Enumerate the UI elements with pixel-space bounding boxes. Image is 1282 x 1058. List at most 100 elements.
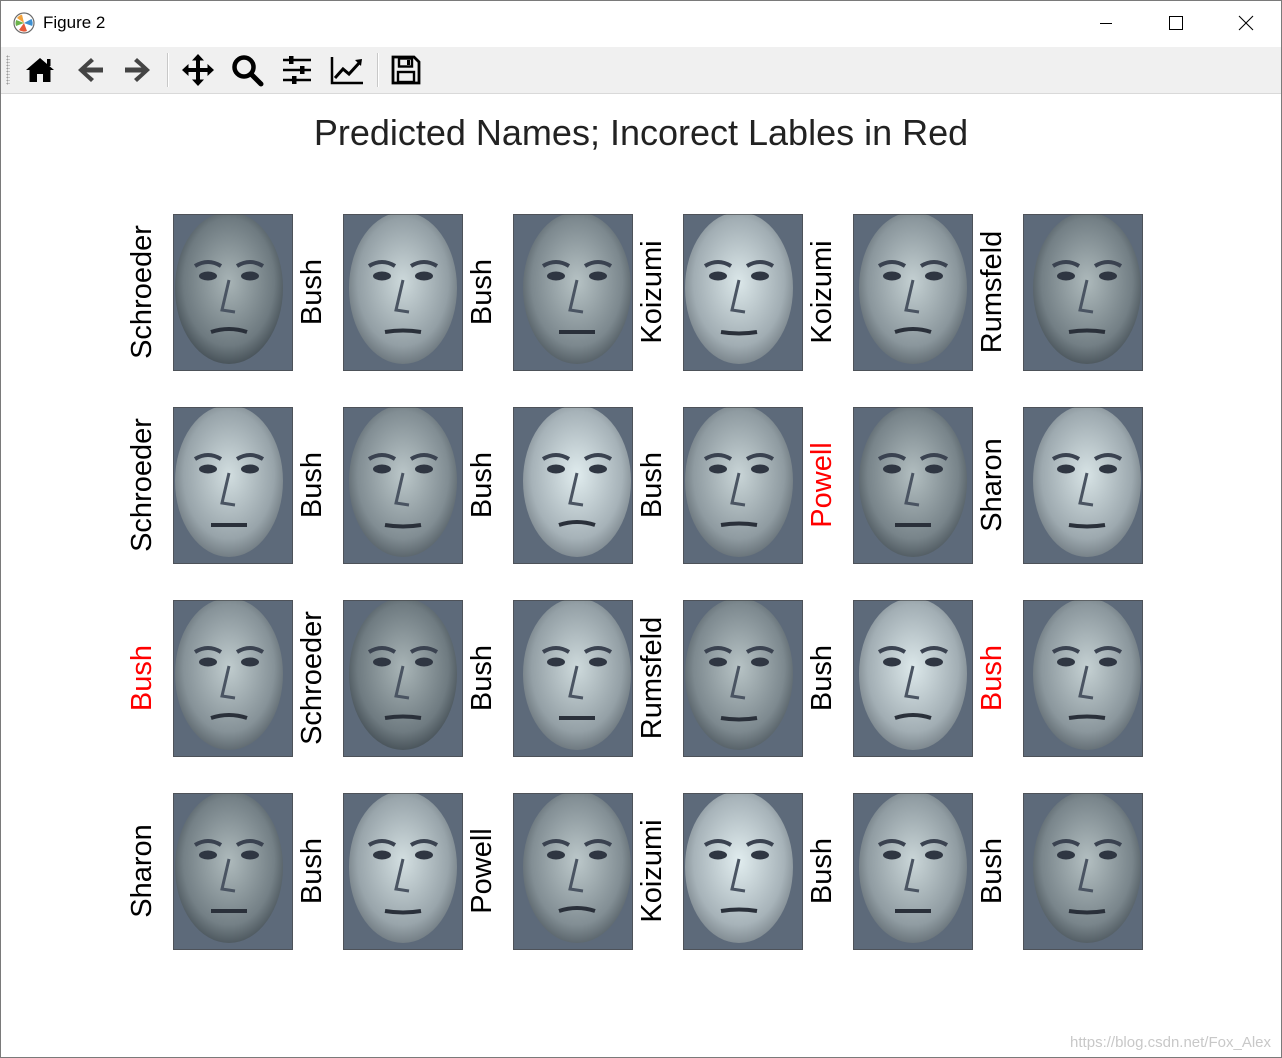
- face-image: [513, 407, 633, 564]
- face-subplot: Koizumi: [636, 214, 803, 371]
- face-subplot: Bush: [806, 600, 973, 757]
- face-image: [343, 793, 463, 950]
- face-image: [1023, 600, 1143, 757]
- face-subplot: Schroeder: [296, 600, 463, 757]
- predicted-name-label: Bush: [296, 837, 328, 905]
- forward-button[interactable]: [118, 52, 158, 88]
- face-subplot: Rumsfeld: [976, 214, 1143, 371]
- predicted-name-label: Bush: [806, 644, 838, 712]
- save-button[interactable]: [386, 52, 426, 88]
- maximize-icon: [1169, 16, 1183, 30]
- face-image: [343, 214, 463, 371]
- face-image: [343, 600, 463, 757]
- face-image: [513, 214, 633, 371]
- predicted-name-label: Rumsfeld: [976, 230, 1008, 354]
- watermark: https://blog.csdn.net/Fox_Alex: [1070, 1034, 1271, 1051]
- predicted-name-label: Bush: [466, 451, 498, 519]
- title-bar[interactable]: Figure 2: [1, 1, 1281, 45]
- predicted-name-label: Bush: [296, 258, 328, 326]
- face-subplot: Bush: [296, 214, 463, 371]
- predicted-name-label: Powell: [466, 828, 498, 914]
- predicted-name-label: Rumsfeld: [636, 616, 668, 740]
- face-subplot: Rumsfeld: [636, 600, 803, 757]
- pan-icon: [182, 54, 214, 86]
- toolbar-separator: [377, 53, 379, 87]
- face-subplot: Bush: [976, 793, 1143, 950]
- face-subplot: Schroeder: [126, 214, 293, 371]
- face-image: [1023, 407, 1143, 564]
- face-image: [1023, 793, 1143, 950]
- face-image: [173, 600, 293, 757]
- predicted-name-label: Bush: [126, 644, 158, 712]
- edit-axis-button[interactable]: [327, 52, 367, 88]
- home-icon: [26, 58, 54, 82]
- window-title: Figure 2: [43, 13, 106, 32]
- predicted-name-label: Powell: [806, 442, 838, 528]
- predicted-name-label: Koizumi: [806, 240, 838, 344]
- face-subplot: Koizumi: [806, 214, 973, 371]
- face-subplot: Bush: [126, 600, 293, 757]
- matplotlib-icon: [13, 12, 35, 34]
- predicted-name-label: Sharon: [126, 824, 158, 918]
- forward-arrow-icon: [125, 58, 150, 82]
- save-icon: [391, 55, 421, 85]
- edit-axis-icon: [330, 57, 363, 85]
- predicted-name-label: Koizumi: [636, 819, 668, 923]
- face-subplot: Bush: [466, 214, 633, 371]
- close-button[interactable]: [1211, 1, 1281, 45]
- face-image: [1023, 214, 1143, 371]
- face-subplot: Powell: [806, 407, 973, 564]
- face-image: [683, 600, 803, 757]
- predicted-name-label: Sharon: [976, 438, 1008, 532]
- predicted-name-label: Bush: [466, 258, 498, 326]
- predicted-name-label: Bush: [466, 644, 498, 712]
- back-arrow-icon: [78, 58, 103, 82]
- minimize-icon: [1100, 23, 1112, 24]
- face-subplot: Sharon: [126, 793, 293, 950]
- predicted-name-label: Bush: [806, 837, 838, 905]
- back-button[interactable]: [70, 52, 110, 88]
- face-image: [683, 793, 803, 950]
- zoom-button[interactable]: [227, 52, 267, 88]
- face-image: [173, 214, 293, 371]
- face-subplot: Koizumi: [636, 793, 803, 950]
- figure-title: Predicted Names; Incorect Lables in Red: [313, 112, 969, 153]
- face-image: [683, 407, 803, 564]
- zoom-icon: [232, 55, 264, 87]
- configure-subplots-button[interactable]: [277, 52, 317, 88]
- minimize-button[interactable]: [1071, 1, 1141, 45]
- face-image: [343, 407, 463, 564]
- pan-button[interactable]: [178, 52, 218, 88]
- home-button[interactable]: [20, 52, 60, 88]
- toolbar-grip[interactable]: [6, 55, 10, 85]
- predicted-name-label: Schroeder: [126, 418, 158, 552]
- face-image: [853, 214, 973, 371]
- navigation-toolbar: [1, 47, 1281, 94]
- face-subplot: Bush: [466, 600, 633, 757]
- face-subplot: Sharon: [976, 407, 1143, 564]
- predicted-name-label: Koizumi: [636, 240, 668, 344]
- predicted-name-label: Bush: [976, 837, 1008, 905]
- face-subplot: Bush: [466, 407, 633, 564]
- predicted-name-label: Bush: [636, 451, 668, 519]
- face-subplot: Bush: [806, 793, 973, 950]
- predicted-name-label: Bush: [296, 451, 328, 519]
- predicted-name-label: Schroeder: [126, 225, 158, 359]
- face-image: [683, 214, 803, 371]
- face-subplot: Bush: [976, 600, 1143, 757]
- figure-window: Figure 2 Predicted Names; Incorect Lable…: [0, 0, 1282, 1058]
- figure-canvas[interactable]: Predicted Names; Incorect Lables in Red …: [1, 94, 1281, 1057]
- face-image: [173, 793, 293, 950]
- face-image: [853, 600, 973, 757]
- close-icon: [1238, 15, 1254, 31]
- face-subplot: Bush: [296, 407, 463, 564]
- face-subplot: Schroeder: [126, 407, 293, 564]
- maximize-button[interactable]: [1141, 1, 1211, 45]
- face-image: [173, 407, 293, 564]
- face-subplot: Bush: [636, 407, 803, 564]
- face-image: [513, 793, 633, 950]
- face-subplot: Powell: [466, 793, 633, 950]
- configure-subplots-icon: [283, 56, 311, 84]
- face-image: [513, 600, 633, 757]
- face-image: [853, 407, 973, 564]
